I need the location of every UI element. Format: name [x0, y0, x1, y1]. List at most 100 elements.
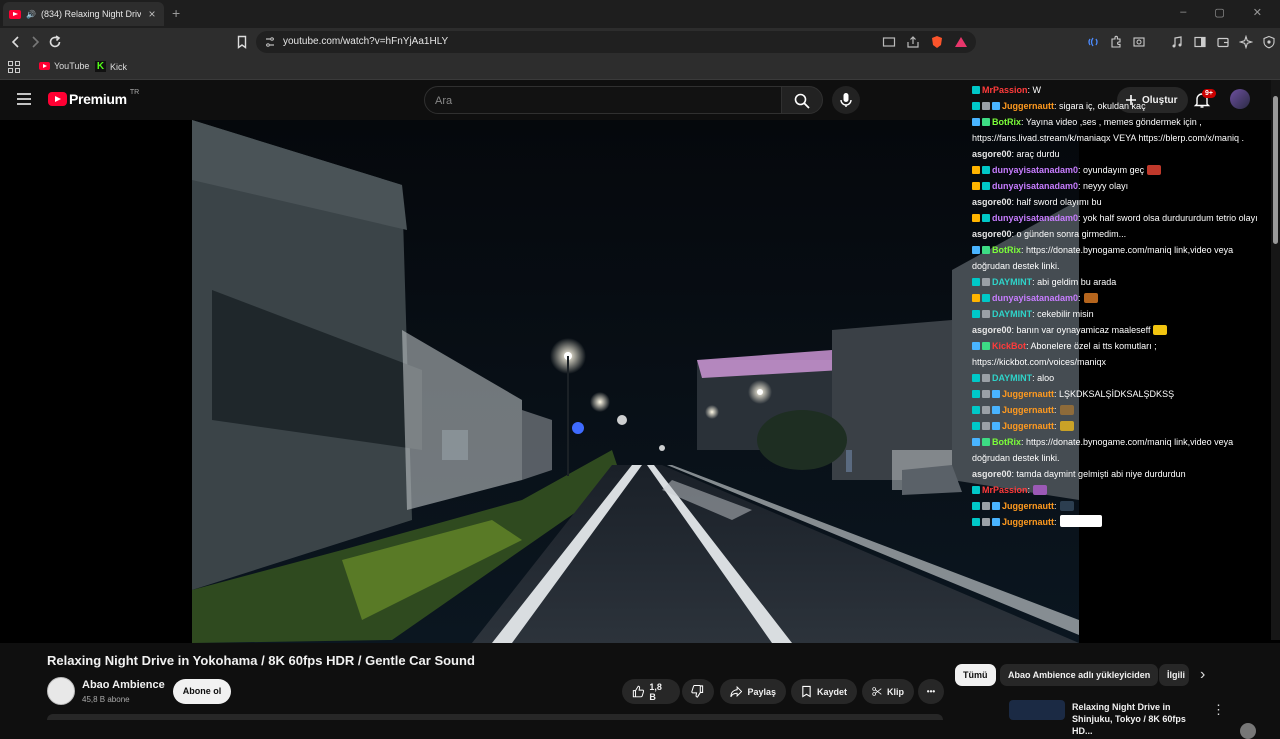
recommendation-thumbnail[interactable] [1009, 700, 1065, 720]
forward-icon[interactable] [27, 34, 43, 50]
youtube-premium-logo[interactable]: Premium TR [48, 88, 140, 107]
chat-username[interactable]: DAYMINT [992, 309, 1032, 319]
chat-message: Juggernautt: sigara iç, okuldan kaç [972, 98, 1272, 114]
browser-tab[interactable]: 🔊 (834) Relaxing Night Drive in × [3, 2, 164, 26]
chat-username[interactable]: Juggernautt [1002, 501, 1054, 511]
chat-message: MrPassion: W [972, 82, 1272, 98]
scrollbar-thumb[interactable] [1273, 96, 1278, 244]
search-input[interactable]: Ara [424, 86, 782, 114]
like-button[interactable]: 1,8 B [622, 679, 680, 704]
overlay-logo-icon [1240, 723, 1256, 739]
chat-message: asgore00: araç durdu [972, 146, 1272, 162]
chat-message: Juggernautt: [972, 418, 1272, 434]
video-frame[interactable] [192, 120, 1079, 643]
bookmark-youtube[interactable]: YouTube [39, 61, 89, 71]
chip-all[interactable]: Tümü [955, 664, 996, 686]
close-window-button[interactable]: ✕ [1253, 6, 1262, 19]
description-box[interactable] [47, 714, 943, 720]
chat-username[interactable]: dunyayisatanadam0 [992, 293, 1078, 303]
chat-username[interactable]: Juggernautt [1002, 421, 1054, 431]
chat-emote-icon [1083, 293, 1098, 303]
chat-username[interactable]: asgore00 [972, 325, 1012, 335]
bookmark-kick[interactable]: K Kick [95, 61, 127, 72]
reload-icon[interactable] [47, 34, 63, 50]
menu-icon[interactable] [17, 93, 31, 105]
channel-name[interactable]: Abao Ambience [82, 679, 165, 691]
save-button[interactable]: Kaydet [791, 679, 857, 704]
chat-username[interactable]: Juggernautt [1002, 405, 1054, 415]
channel-avatar[interactable] [47, 677, 75, 705]
chat-badge-icon [982, 294, 990, 302]
wallet-signal-icon[interactable] [1086, 35, 1100, 49]
recommendation-more-icon[interactable]: ⋮ [1212, 702, 1225, 718]
chat-badge-icon [972, 342, 980, 350]
share-button[interactable]: Paylaş [720, 679, 786, 704]
chat-username[interactable]: BotRix [992, 245, 1021, 255]
night-street-scene [192, 120, 1079, 643]
extensions-puzzle-icon[interactable] [1109, 35, 1123, 49]
chat-emote-icon [1059, 501, 1074, 511]
bookmark-icon[interactable] [234, 34, 250, 50]
maximize-button[interactable]: ▢ [1214, 6, 1224, 19]
chat-username[interactable]: dunyayisatanadam0 [992, 165, 1078, 175]
page-scrollbar[interactable] [1271, 80, 1280, 640]
youtube-favicon-icon [9, 9, 21, 19]
back-icon[interactable] [8, 34, 24, 50]
chat-badge-icon [972, 502, 980, 510]
wallet-icon[interactable] [1216, 35, 1230, 49]
screenshot-icon[interactable] [1132, 35, 1146, 49]
new-tab-button[interactable]: + [172, 5, 180, 21]
chat-badge-icon [982, 502, 990, 510]
chat-username[interactable]: BotRix [992, 437, 1021, 447]
search-button[interactable] [781, 86, 823, 114]
cast-icon[interactable] [882, 35, 896, 49]
subscribe-button[interactable]: Abone ol [173, 679, 231, 704]
chat-badge-icon [982, 342, 990, 350]
chat-username[interactable]: DAYMINT [992, 277, 1032, 287]
chat-username[interactable]: BotRix [992, 117, 1021, 127]
apps-grid-icon[interactable] [8, 61, 20, 73]
minimize-button[interactable]: – [1180, 6, 1186, 19]
more-actions-button[interactable]: ••• [918, 679, 944, 704]
chat-username[interactable]: dunyayisatanadam0 [992, 213, 1078, 223]
chat-username[interactable]: DAYMINT [992, 373, 1032, 383]
share-icon[interactable] [906, 35, 920, 49]
clip-button[interactable]: Klip [862, 679, 914, 704]
chat-badge-icon [992, 518, 1000, 526]
chips-next-icon[interactable]: › [1200, 664, 1205, 686]
chat-username[interactable]: dunyayisatanadam0 [992, 181, 1078, 191]
chat-badge-icon [972, 278, 980, 286]
url-text: youtube.com/watch?v=hFnYjAa1HLY [283, 36, 449, 47]
chat-username[interactable]: Juggernautt [1002, 389, 1054, 399]
chat-username[interactable]: asgore00 [972, 229, 1012, 239]
chat-username[interactable]: asgore00 [972, 197, 1012, 207]
recommendation-title[interactable]: Relaxing Night Drive in Shinjuku, Tokyo … [1072, 701, 1202, 737]
logo-region: TR [129, 88, 140, 96]
sidebar-icon[interactable] [1193, 35, 1207, 49]
chat-badge-icon [982, 118, 990, 126]
tab-close-button[interactable]: × [146, 7, 158, 21]
music-icon[interactable] [1170, 35, 1184, 49]
scissors-icon [872, 687, 882, 696]
chat-username[interactable]: asgore00 [972, 149, 1012, 159]
chip-related[interactable]: İlgili [1159, 664, 1189, 686]
chat-username[interactable]: Juggernautt [1002, 101, 1054, 111]
brave-shields-icon[interactable] [930, 35, 944, 49]
chat-username[interactable]: Juggernautt [1002, 517, 1054, 527]
like-count: 1,8 B [649, 681, 662, 702]
dislike-button[interactable] [682, 679, 714, 704]
chat-badge-icon [972, 486, 980, 494]
vpn-icon[interactable] [1262, 35, 1276, 49]
address-bar[interactable]: youtube.com/watch?v=hFnYjAa1HLY [256, 31, 976, 53]
voice-search-button[interactable] [832, 86, 860, 114]
chip-from-uploader[interactable]: Abao Ambience adlı yükleyiciden [1000, 664, 1159, 686]
leo-ai-icon[interactable] [1239, 35, 1253, 49]
speaker-icon[interactable]: 🔊 [26, 10, 36, 19]
share-label: Paylaş [747, 686, 776, 697]
chat-username[interactable]: MrPassion [982, 485, 1028, 495]
chat-username[interactable]: asgore00 [972, 469, 1012, 479]
chat-username[interactable]: MrPassion [982, 85, 1028, 95]
brave-rewards-icon[interactable] [954, 35, 968, 49]
chat-username[interactable]: KickBot [992, 341, 1026, 351]
site-settings-icon[interactable] [264, 36, 276, 48]
